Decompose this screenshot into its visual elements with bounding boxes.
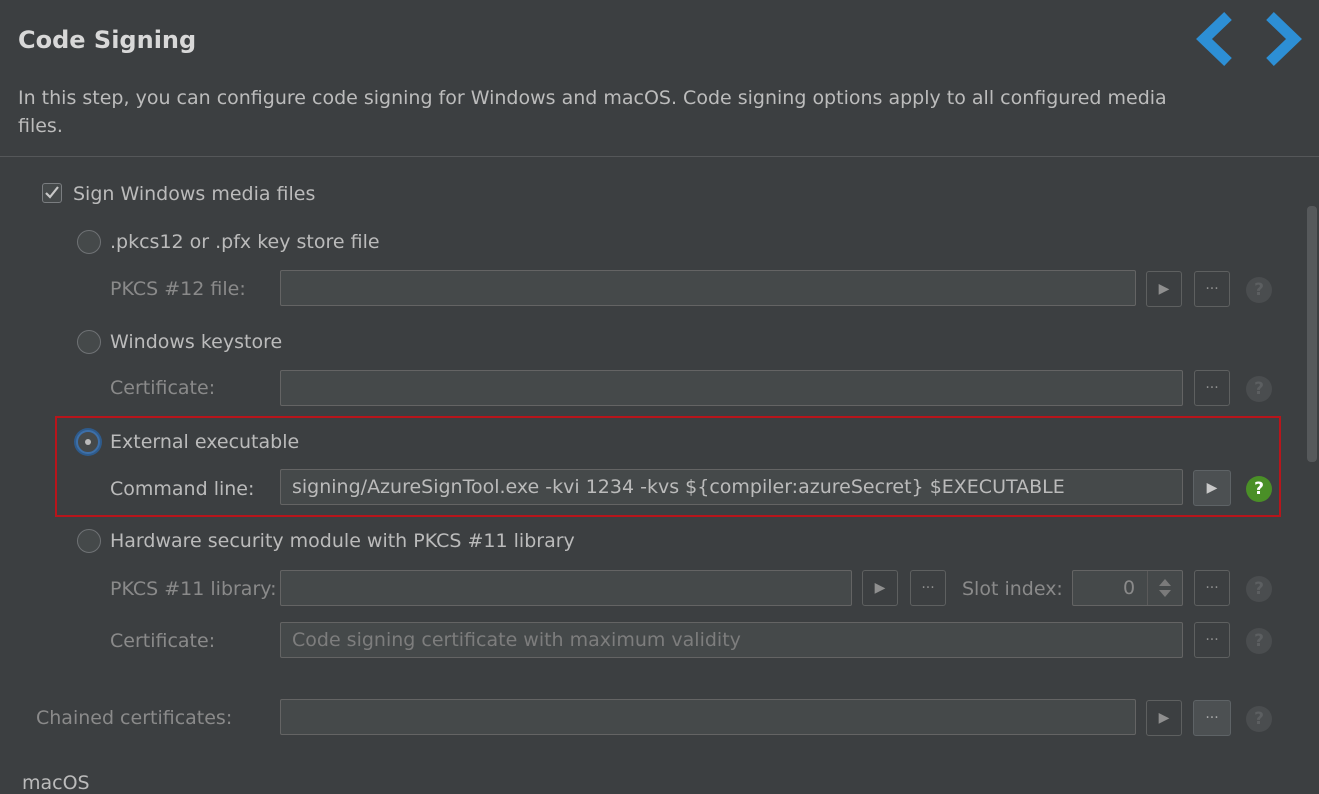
slot-browse-button[interactable]: ··· bbox=[1194, 570, 1230, 606]
chained-cert-run-button[interactable]: ▶ bbox=[1146, 700, 1182, 736]
spinner-buttons[interactable] bbox=[1147, 571, 1182, 605]
chained-cert-help-icon[interactable]: ? bbox=[1246, 706, 1272, 732]
ellipsis-icon: ··· bbox=[1205, 580, 1219, 596]
radio-hsm[interactable] bbox=[77, 529, 101, 553]
hsm-cert-help-icon[interactable]: ? bbox=[1246, 628, 1272, 654]
play-icon: ▶ bbox=[1206, 480, 1218, 496]
hsm-library-input[interactable] bbox=[280, 570, 852, 606]
hsm-library-run-button[interactable]: ▶ bbox=[862, 570, 898, 606]
question-icon: ? bbox=[1254, 631, 1264, 651]
ellipsis-icon: ··· bbox=[1205, 380, 1219, 396]
sign-windows-label[interactable]: Sign Windows media files bbox=[73, 183, 315, 205]
pkcs12-option-label[interactable]: .pkcs12 or .pfx key store file bbox=[110, 231, 380, 253]
command-line-value: signing/AzureSignTool.exe -kvi 1234 -kvs… bbox=[292, 476, 1065, 498]
header-separator bbox=[0, 156, 1319, 157]
hsm-library-browse-button[interactable]: ··· bbox=[910, 570, 946, 606]
radio-selected-dot bbox=[85, 439, 91, 445]
sign-windows-checkbox[interactable] bbox=[42, 183, 62, 203]
scrollbar-thumb[interactable] bbox=[1307, 206, 1317, 462]
keystore-option-label[interactable]: Windows keystore bbox=[110, 331, 282, 353]
checkmark-icon bbox=[45, 186, 59, 199]
play-icon: ▶ bbox=[874, 580, 886, 596]
radio-windows-keystore[interactable] bbox=[77, 330, 101, 354]
command-line-label: Command line: bbox=[110, 478, 255, 500]
hsm-cert-input[interactable]: Code signing certificate with maximum va… bbox=[280, 622, 1183, 658]
play-icon: ▶ bbox=[1158, 281, 1170, 297]
hsm-option-label[interactable]: Hardware security module with PKCS #11 l… bbox=[110, 530, 575, 552]
page-title: Code Signing bbox=[18, 26, 197, 54]
question-icon: ? bbox=[1254, 479, 1264, 499]
spinner-arrows-icon bbox=[1159, 579, 1171, 597]
question-icon: ? bbox=[1254, 709, 1264, 729]
macos-section-label: macOS bbox=[22, 772, 90, 794]
radio-pkcs12[interactable] bbox=[77, 230, 101, 254]
command-line-help-icon[interactable]: ? bbox=[1246, 476, 1272, 502]
pkcs12-run-button[interactable]: ▶ bbox=[1146, 271, 1182, 307]
chained-cert-browse-button[interactable]: ··· bbox=[1193, 700, 1231, 736]
slot-index-spinner[interactable]: 0 bbox=[1072, 570, 1183, 606]
keystore-browse-button[interactable]: ··· bbox=[1194, 370, 1230, 406]
ellipsis-icon: ··· bbox=[1205, 710, 1219, 726]
pkcs12-help-icon[interactable]: ? bbox=[1246, 277, 1272, 303]
question-icon: ? bbox=[1254, 579, 1264, 599]
page-description: In this step, you can configure code sig… bbox=[18, 87, 1167, 137]
external-option-label[interactable]: External executable bbox=[110, 431, 299, 453]
pkcs12-file-input[interactable] bbox=[280, 270, 1136, 306]
hsm-cert-browse-button[interactable]: ··· bbox=[1194, 622, 1230, 658]
question-icon: ? bbox=[1254, 379, 1264, 399]
chained-cert-input[interactable] bbox=[280, 699, 1136, 735]
chained-cert-label: Chained certificates: bbox=[36, 707, 233, 729]
next-arrow-icon[interactable] bbox=[1256, 10, 1312, 68]
hsm-library-label: PKCS #11 library: bbox=[110, 578, 277, 600]
ellipsis-icon: ··· bbox=[1205, 281, 1219, 297]
keystore-cert-label: Certificate: bbox=[110, 377, 216, 399]
hsm-cert-label: Certificate: bbox=[110, 630, 216, 652]
keystore-help-icon[interactable]: ? bbox=[1246, 376, 1272, 402]
question-icon: ? bbox=[1254, 280, 1264, 300]
slot-index-value: 0 bbox=[1123, 577, 1136, 599]
pkcs12-file-label: PKCS #12 file: bbox=[110, 278, 246, 300]
hsm-cert-placeholder: Code signing certificate with maximum va… bbox=[292, 629, 741, 651]
radio-external-executable[interactable] bbox=[76, 430, 100, 454]
command-line-input[interactable]: signing/AzureSignTool.exe -kvi 1234 -kvs… bbox=[280, 469, 1183, 505]
pkcs12-browse-button[interactable]: ··· bbox=[1194, 271, 1230, 307]
hsm-help-icon[interactable]: ? bbox=[1246, 576, 1272, 602]
ellipsis-icon: ··· bbox=[1205, 632, 1219, 648]
play-icon: ▶ bbox=[1158, 710, 1170, 726]
slot-index-label: Slot index: bbox=[962, 578, 1063, 600]
keystore-cert-input[interactable] bbox=[280, 370, 1183, 406]
ellipsis-icon: ··· bbox=[921, 580, 935, 596]
back-arrow-icon[interactable] bbox=[1190, 10, 1246, 68]
command-line-run-button[interactable]: ▶ bbox=[1193, 470, 1231, 506]
